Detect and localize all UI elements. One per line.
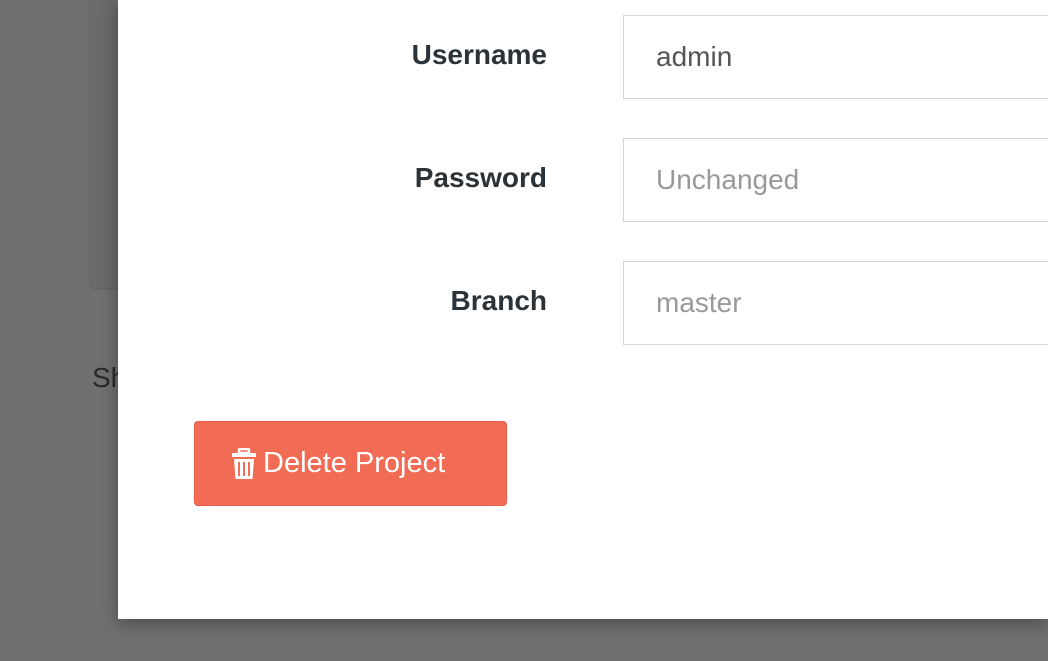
branch-row: Branch	[118, 261, 1048, 347]
username-label: Username	[411, 39, 547, 70]
password-input[interactable]	[623, 138, 1048, 222]
trash-icon	[231, 447, 257, 480]
branch-input[interactable]	[623, 261, 1048, 345]
username-input[interactable]	[623, 15, 1048, 99]
delete-project-button[interactable]: Delete Project	[194, 421, 507, 506]
delete-project-label: Delete Project	[263, 447, 446, 479]
username-row: Username	[118, 15, 1048, 101]
project-settings-modal: Username Password Branch Delete Project	[118, 0, 1048, 619]
branch-label: Branch	[450, 285, 547, 316]
password-label: Password	[414, 162, 547, 193]
password-row: Password	[118, 138, 1048, 224]
background-partial-text: Sh	[92, 362, 118, 393]
